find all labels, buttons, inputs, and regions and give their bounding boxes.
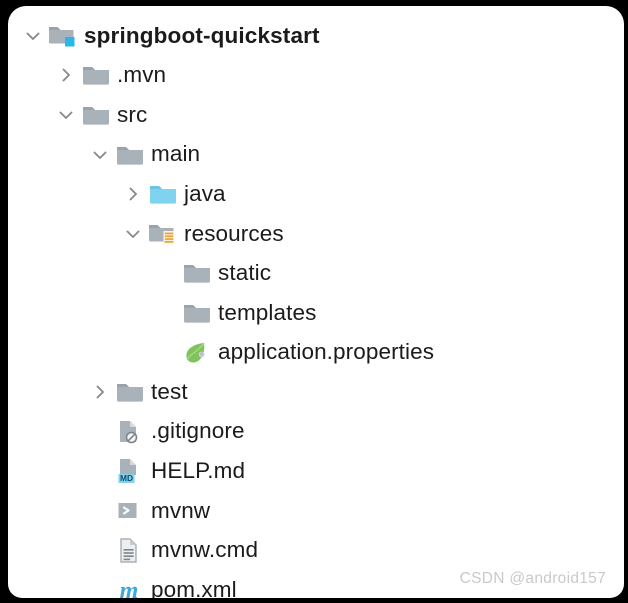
- module-folder-icon: [48, 23, 78, 49]
- tree-node-label: HELP.md: [151, 458, 246, 484]
- tree-node-label: mvnw: [151, 497, 211, 523]
- chevron-down-icon[interactable]: [89, 144, 111, 166]
- tree-row[interactable]: main: [8, 135, 624, 175]
- tree-row[interactable]: mvnw.cmd: [8, 531, 624, 571]
- chevron-right-icon[interactable]: [55, 64, 77, 86]
- tree-node-label: resources: [184, 220, 284, 246]
- folder-icon: [115, 142, 145, 168]
- chevron-down-icon[interactable]: [22, 25, 44, 47]
- tree-node-label: test: [151, 378, 188, 404]
- twisty-placeholder: [156, 262, 178, 284]
- project-tree-panel: springboot-quickstart .mvn src main java reso…: [8, 6, 624, 598]
- tree-node-label: static: [218, 260, 272, 286]
- tree-row[interactable]: java: [8, 174, 624, 214]
- tree-row[interactable]: application.properties: [8, 333, 624, 373]
- chevron-right-icon[interactable]: [122, 183, 144, 205]
- tree-row[interactable]: .gitignore: [8, 412, 624, 452]
- chevron-down-icon[interactable]: [122, 223, 144, 245]
- svg-text:MD: MD: [120, 474, 133, 484]
- spring-properties-icon: [182, 340, 212, 366]
- screenshot-root: springboot-quickstart .mvn src main java reso…: [0, 0, 628, 603]
- tree-row[interactable]: static: [8, 254, 624, 294]
- resources-folder-icon: [148, 221, 178, 247]
- tree-row[interactable]: src: [8, 95, 624, 135]
- project-tree[interactable]: springboot-quickstart .mvn src main java reso…: [8, 16, 624, 598]
- watermark: CSDN @android157: [459, 570, 606, 587]
- chevron-down-icon[interactable]: [55, 104, 77, 126]
- twisty-placeholder: [156, 342, 178, 364]
- folder-icon: [81, 62, 111, 88]
- chevron-right-icon[interactable]: [89, 381, 111, 403]
- twisty-placeholder: [89, 421, 111, 443]
- tree-node-label: .mvn: [117, 62, 167, 88]
- svg-text:m: m: [120, 578, 139, 598]
- twisty-placeholder: [89, 460, 111, 482]
- tree-node-label: .gitignore: [151, 418, 245, 444]
- twisty-placeholder: [156, 302, 178, 324]
- tree-row[interactable]: springboot-quickstart: [8, 16, 624, 56]
- tree-row[interactable]: mvnw: [8, 491, 624, 531]
- maven-pom-icon: m: [115, 577, 145, 598]
- tree-node-label: main: [151, 141, 201, 167]
- gitignore-file-icon: [115, 419, 145, 445]
- tree-node-label: src: [117, 101, 148, 127]
- source-root-folder-icon: [148, 181, 178, 207]
- twisty-placeholder: [89, 500, 111, 522]
- folder-icon: [81, 102, 111, 128]
- tree-node-label: java: [184, 180, 226, 206]
- tree-node-label: pom.xml: [151, 576, 237, 598]
- twisty-placeholder: [89, 540, 111, 562]
- tree-row[interactable]: MD HELP.md: [8, 452, 624, 492]
- tree-row[interactable]: test: [8, 372, 624, 412]
- markdown-file-icon: MD: [115, 458, 145, 484]
- tree-node-label: application.properties: [218, 339, 435, 365]
- tree-row[interactable]: templates: [8, 293, 624, 333]
- twisty-placeholder: [89, 579, 111, 598]
- tree-row[interactable]: .mvn: [8, 56, 624, 96]
- shell-script-icon: [115, 498, 145, 524]
- tree-row[interactable]: resources: [8, 214, 624, 254]
- folder-icon: [182, 260, 212, 286]
- tree-node-label: springboot-quickstart: [84, 22, 320, 48]
- text-file-icon: [115, 537, 145, 564]
- folder-icon: [115, 379, 145, 405]
- tree-node-label: mvnw.cmd: [151, 537, 259, 563]
- folder-icon: [182, 300, 212, 326]
- tree-node-label: templates: [218, 299, 317, 325]
